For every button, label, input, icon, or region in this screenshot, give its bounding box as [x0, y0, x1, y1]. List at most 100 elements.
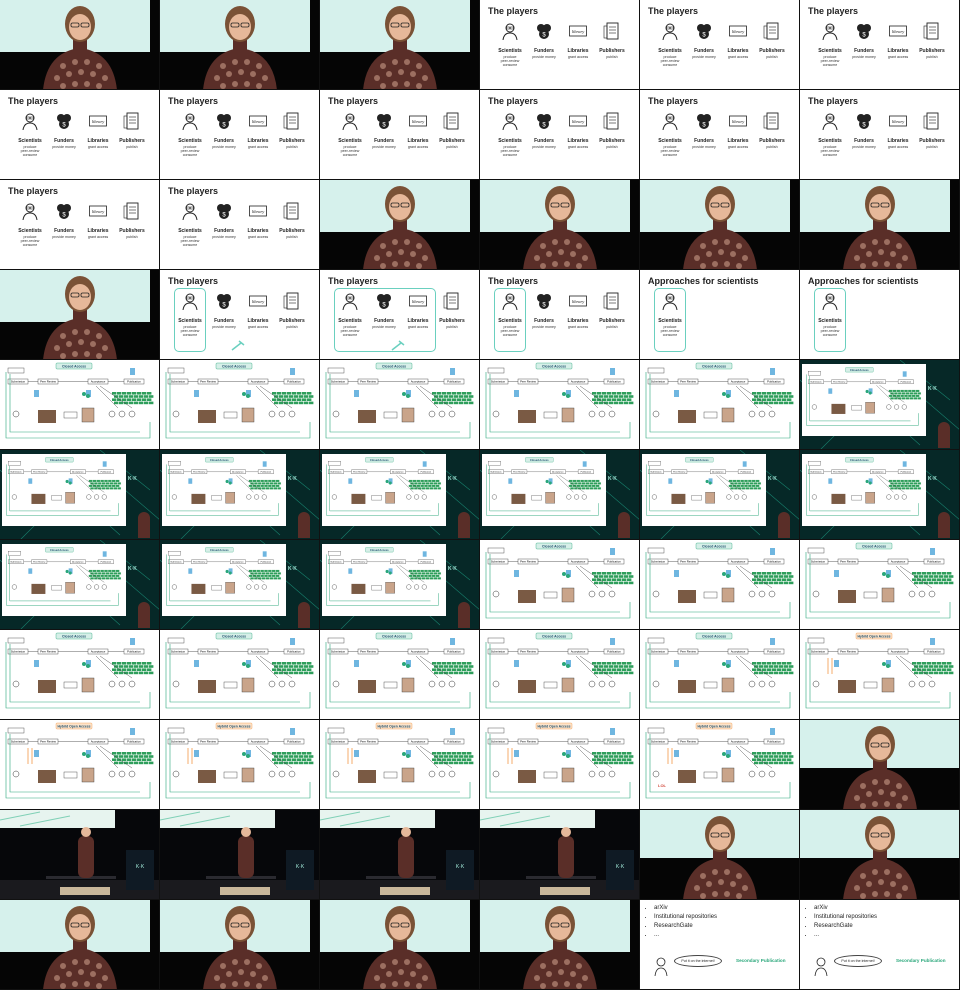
library-icon: library [889, 22, 907, 40]
event-logo: K·K [288, 566, 297, 572]
frame-14-speaker [320, 180, 480, 270]
frame-53-speaker-wide [800, 720, 960, 810]
frame-5-players: The players Scientists produce peer-revi… [800, 0, 960, 90]
svg-text:Acceptance: Acceptance [91, 379, 106, 383]
player-name: Publishers [599, 138, 625, 144]
svg-text:Acceptance: Acceptance [411, 649, 426, 653]
slide-title: Approaches for scientists [808, 276, 919, 286]
svg-text:Peer Review: Peer Review [840, 649, 857, 653]
speaker-figure [843, 816, 917, 900]
highlight-box [654, 288, 686, 352]
publishing-flow-diagram: Closed Access Submission Peer Review Acc… [5, 632, 154, 709]
slide-title: The players [488, 6, 539, 16]
event-logo: K·K [928, 476, 937, 482]
publishing-flow-diagram: Closed Access Submission Peer Review Acc… [166, 457, 281, 516]
projected-slide: Closed Access Submission Peer Review Acc… [802, 364, 926, 436]
frame-0-speaker [0, 0, 160, 90]
players-row: Scientists produce peer-review consume $… [640, 22, 800, 70]
svg-text:Peer Review: Peer Review [520, 739, 537, 743]
svg-text:Acceptance: Acceptance [731, 559, 746, 563]
speaker-figure [363, 186, 437, 270]
list-item: arXiv [654, 904, 717, 913]
svg-text:Peer Review: Peer Review [520, 649, 537, 653]
svg-text:Peer Review: Peer Review [833, 380, 846, 383]
publisher-icon [443, 292, 461, 310]
frame-8-players: The players Scientists produce peer-revi… [320, 90, 480, 180]
svg-text:Acceptance: Acceptance [392, 560, 404, 563]
frame-37-diagram-matrix: Closed Access Submission Peer Review Acc… [160, 540, 320, 630]
svg-text:Publication: Publication [261, 560, 272, 563]
slide-title: The players [328, 96, 379, 106]
svg-text:Publication: Publication [767, 379, 781, 383]
frame-16-speaker [640, 180, 800, 270]
frame-52-diagram-hybrid-lol: Hybrid Open Access Submission Peer Revie… [640, 720, 800, 810]
frame-60-speaker [0, 900, 160, 990]
svg-text:Publication: Publication [287, 739, 301, 743]
frame-26-diagram: Closed Access Submission Peer Review Acc… [320, 360, 480, 450]
svg-text:Acceptance: Acceptance [891, 559, 906, 563]
hammer-icon [391, 340, 405, 351]
frame-18-speaker [0, 270, 160, 360]
svg-text:Peer Review: Peer Review [353, 470, 366, 473]
stage-scene: K·K [0, 810, 160, 900]
svg-text:Acceptance: Acceptance [731, 649, 746, 653]
svg-text:Peer Review: Peer Review [680, 379, 697, 383]
svg-text:Publication: Publication [581, 470, 592, 473]
frame-54-stage: K·K [0, 810, 160, 900]
frame-32-diagram-matrix: Closed Access Submission Peer Review Acc… [320, 450, 480, 540]
money-icon: $ [855, 112, 873, 130]
frame-64-list: arXivInstitutional repositoriesResearchG… [640, 900, 800, 990]
publisher-icon [763, 112, 781, 130]
diagram-title: Closed Access [382, 364, 406, 368]
svg-text:Peer Review: Peer Review [353, 560, 366, 563]
svg-text:Acceptance: Acceptance [392, 470, 404, 473]
frame-23-approach: Approaches for scientists Scientists pro… [800, 270, 960, 360]
publishing-flow-diagram: Closed Access Submission Peer Review Acc… [326, 457, 441, 516]
diagram-title: Closed Access [222, 634, 246, 638]
frame-46-diagram: Closed Access Submission Peer Review Acc… [640, 630, 800, 720]
svg-text:Peer Review: Peer Review [833, 470, 846, 473]
publisher-icon [923, 22, 941, 40]
svg-text:Submission: Submission [491, 379, 506, 383]
publishing-flow-diagram: Closed Access Submission Peer Review Acc… [646, 457, 761, 516]
player-desc: publish [606, 145, 618, 149]
svg-text:Publication: Publication [767, 649, 781, 653]
svg-text:Submission: Submission [491, 559, 506, 563]
diagram-title: Closed Access [542, 544, 566, 548]
frame-41-diagram: Closed Access Submission Peer Review Acc… [800, 540, 960, 630]
svg-text:library: library [252, 209, 265, 214]
publishing-flow-diagram: Closed Access Submission Peer Review Acc… [5, 362, 154, 439]
video-frame-grid: The players Scientists produce peer-revi… [0, 0, 960, 990]
frame-38-diagram-matrix: Closed Access Submission Peer Review Acc… [320, 540, 480, 630]
player-name: Publishers [759, 138, 785, 144]
diagram-title: Closed Access [62, 364, 86, 368]
svg-text:Submission: Submission [651, 559, 666, 563]
players-row: Scientists produce peer-review consume $… [640, 112, 800, 160]
svg-text:Peer Review: Peer Review [360, 649, 377, 653]
svg-text:Publication: Publication [421, 470, 432, 473]
money-icon: $ [695, 22, 713, 40]
event-logo: K·K [768, 476, 777, 482]
svg-text:Peer Review: Peer Review [360, 739, 377, 743]
svg-text:Submission: Submission [491, 739, 506, 743]
svg-text:Publication: Publication [127, 379, 141, 383]
player-name: Publishers [439, 318, 465, 324]
player-desc: publish [606, 55, 618, 59]
highlight-box [174, 288, 206, 352]
svg-text:Acceptance: Acceptance [872, 470, 884, 473]
slide-title: The players [8, 186, 59, 196]
svg-text:LOL: LOL [658, 783, 667, 788]
slide-title: The players [488, 96, 539, 106]
library-icon: library [89, 112, 107, 130]
frame-11-players: The players Scientists produce peer-revi… [800, 90, 960, 180]
speaker-thumb [458, 512, 470, 538]
publishing-flow-diagram: Closed Access Submission Peer Review Acc… [325, 362, 474, 439]
svg-text:library: library [92, 209, 105, 214]
player-desc: publish [286, 235, 298, 239]
svg-text:Peer Review: Peer Review [40, 739, 57, 743]
frame-65-list: arXivInstitutional repositoriesResearchG… [800, 900, 960, 990]
diagram-title: Closed Access [690, 458, 709, 462]
slide-title: The players [808, 6, 859, 16]
svg-text:Peer Review: Peer Review [360, 379, 377, 383]
svg-text:Submission: Submission [491, 649, 506, 653]
